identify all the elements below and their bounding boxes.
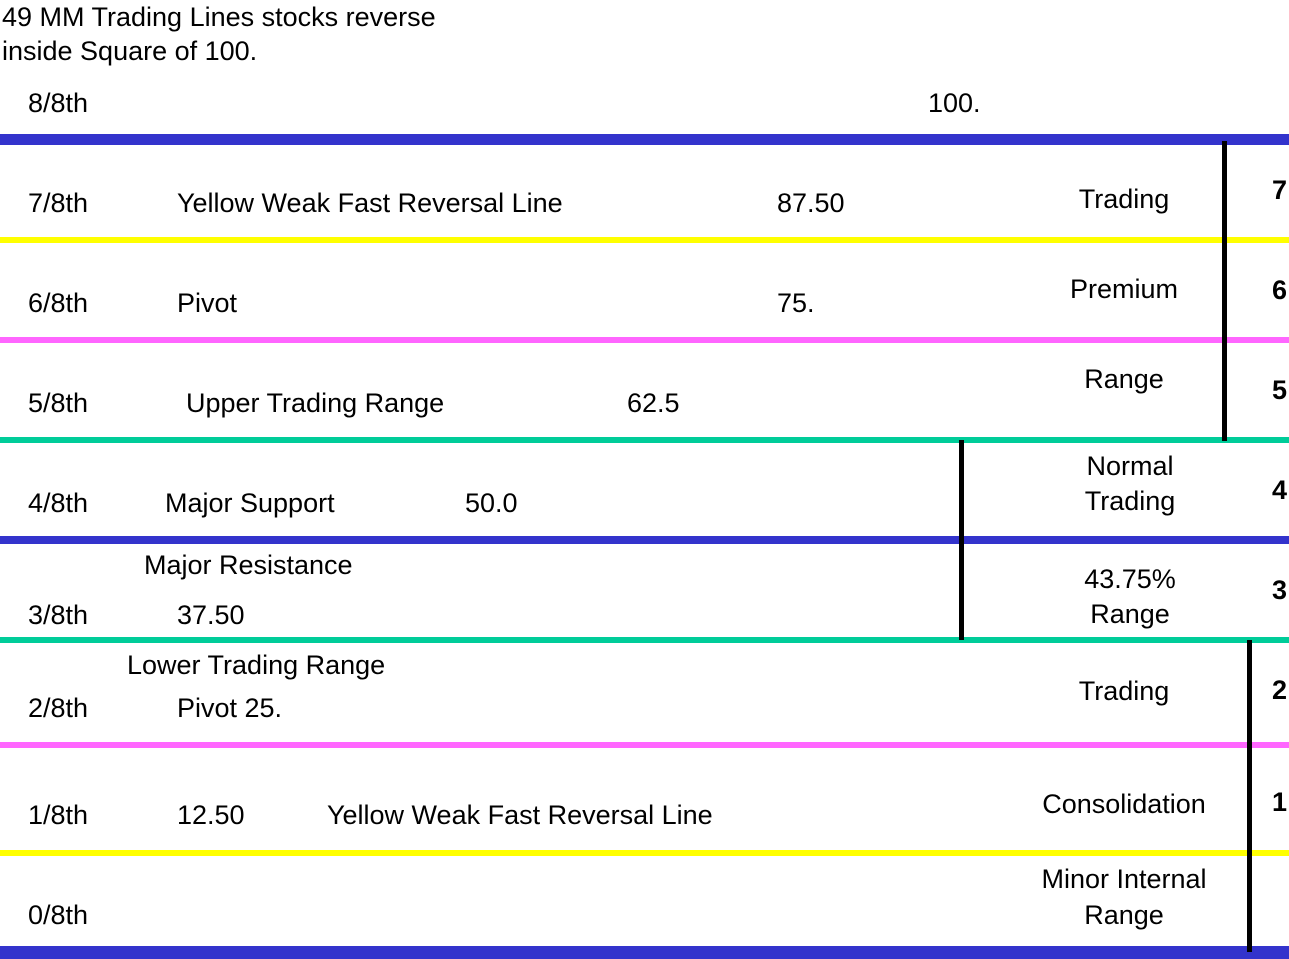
zone-number-5: 5	[1272, 375, 1288, 405]
consolidation-range-line-2: Consolidation	[1042, 789, 1206, 819]
normal-range-bracket	[959, 440, 964, 640]
label-4-8th: Major Support	[165, 488, 335, 518]
diagram-title: 49 MM Trading Lines stocks reverse insid…	[2, 0, 436, 68]
line-0-8th	[0, 946, 1289, 959]
fraction-3-8th: 3/8th	[28, 600, 89, 630]
line-2-8th	[0, 742, 1289, 748]
value-2-8th: Pivot 25.	[177, 693, 283, 723]
value-3-8th: 37.50	[177, 600, 245, 630]
fraction-4-8th: 4/8th	[28, 488, 89, 518]
title-line-2: inside Square of 100.	[2, 36, 258, 66]
premium-range-line-2: Premium	[1069, 274, 1179, 304]
value-7-8th: 87.50	[777, 188, 845, 218]
normal-range-line-1: Normal	[1086, 451, 1174, 481]
value-8-8th: 100.	[928, 88, 981, 118]
fraction-1-8th: 1/8th	[28, 800, 89, 830]
zone-number-2: 2	[1272, 675, 1288, 705]
consolidation-range-line-3: Minor Internal	[1041, 864, 1207, 894]
line-7-8th	[0, 237, 1289, 243]
line-1-8th	[0, 850, 1289, 856]
premium-range-line-1: Trading	[1078, 184, 1170, 214]
consolidation-range-line-1: Trading	[1078, 676, 1170, 706]
fraction-7-8th: 7/8th	[28, 188, 89, 218]
line-4-8th	[0, 536, 1289, 544]
value-4-8th: 50.0	[465, 488, 518, 518]
line-5-8th	[0, 437, 1289, 443]
label-3-8th: Major Resistance	[144, 550, 353, 580]
value-6-8th: 75.	[777, 288, 815, 318]
normal-range-line-4: Range	[1090, 599, 1170, 629]
zone-number-3: 3	[1272, 575, 1288, 605]
fraction-5-8th: 5/8th	[28, 388, 89, 418]
line-8-8th	[0, 134, 1289, 145]
fraction-8-8th: 8/8th	[28, 88, 89, 118]
zone-number-4: 4	[1272, 475, 1288, 505]
label-6-8th: Pivot	[177, 288, 238, 318]
consolidation-range-line-4: Range	[1084, 900, 1164, 930]
fraction-0-8th: 0/8th	[28, 900, 89, 930]
fraction-6-8th: 6/8th	[28, 288, 89, 318]
title-line-1: 49 MM Trading Lines stocks reverse	[2, 2, 436, 32]
line-3-8th	[0, 637, 1289, 643]
normal-range-line-3: 43.75%	[1084, 564, 1176, 594]
zone-number-7: 7	[1272, 175, 1288, 205]
line-6-8th	[0, 337, 1289, 343]
fraction-2-8th: 2/8th	[28, 693, 89, 723]
zone-number-1: 1	[1272, 787, 1288, 817]
premium-range-bracket	[1222, 141, 1227, 441]
consolidation-range-bracket	[1247, 640, 1252, 952]
normal-range-line-2: Trading	[1084, 486, 1176, 516]
value-5-8th: 62.5	[627, 388, 680, 418]
label-2-8th: Lower Trading Range	[127, 650, 386, 680]
zone-number-6: 6	[1272, 275, 1288, 305]
premium-range-line-3: Range	[1084, 364, 1164, 394]
value-1-8th: 12.50	[177, 800, 245, 830]
label-7-8th: Yellow Weak Fast Reversal Line	[177, 188, 563, 218]
label-5-8th: Upper Trading Range	[186, 388, 445, 418]
label-1-8th: Yellow Weak Fast Reversal Line	[327, 800, 713, 830]
